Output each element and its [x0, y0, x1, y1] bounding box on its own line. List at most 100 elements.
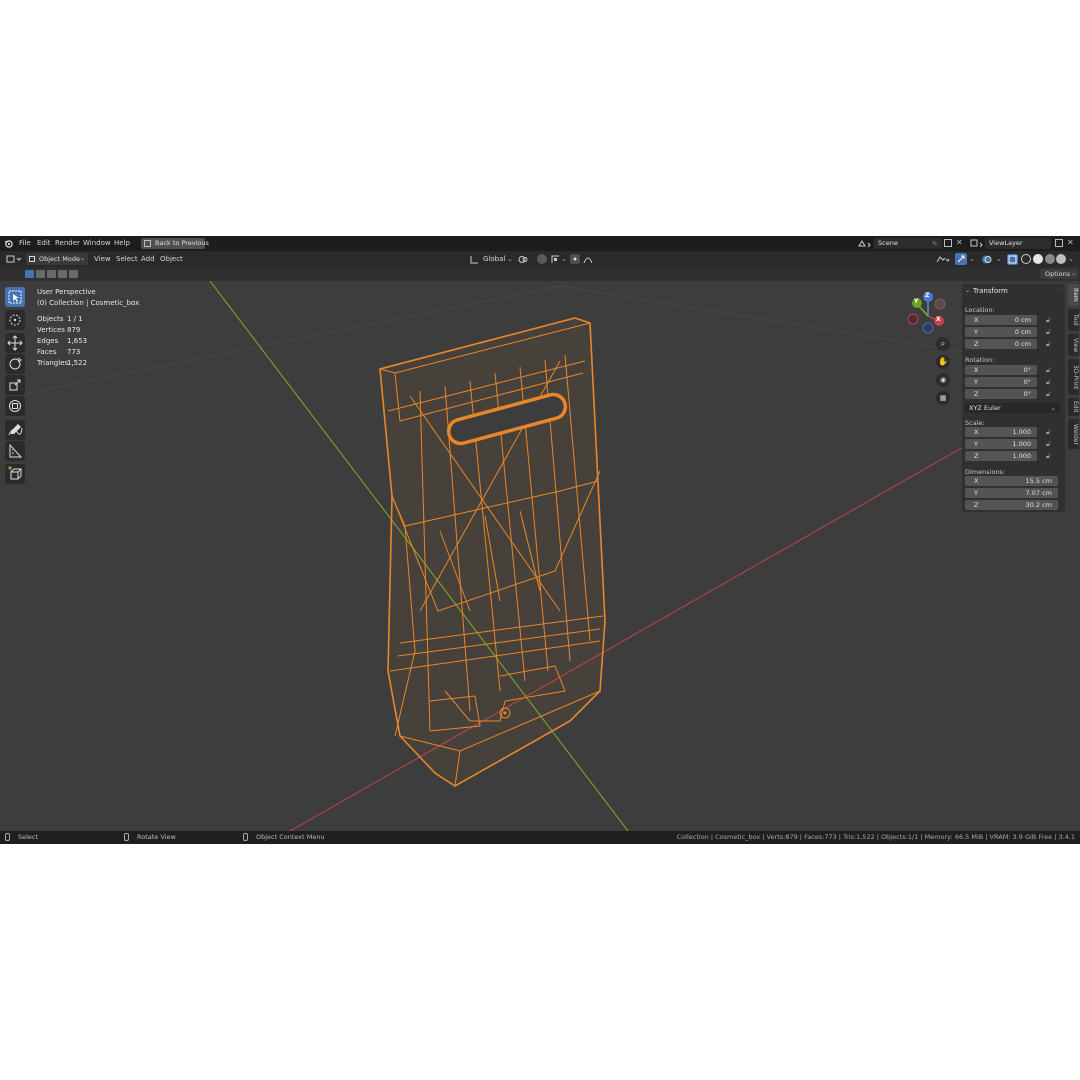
xray-toggle-icon[interactable] [1007, 254, 1018, 265]
rotate-tool[interactable] [5, 354, 25, 374]
gizmo-chevron-icon[interactable]: ⌄ [969, 251, 975, 267]
transform-tool[interactable] [5, 396, 25, 416]
lock-icon[interactable]: 🔓︎ [1046, 328, 1051, 337]
rotation-mode-dropdown[interactable]: XYZ Euler ⌄ [965, 403, 1060, 413]
wireframe-shading-icon[interactable] [1021, 254, 1031, 264]
menu-window[interactable]: Window [83, 236, 111, 251]
lock-icon[interactable]: 🔓︎ [1046, 440, 1051, 449]
location-x-field[interactable]: X 0 cm [965, 315, 1037, 325]
lock-icon[interactable]: 🔓︎ [1046, 452, 1051, 461]
transform-panel-title[interactable]: Transform [973, 287, 1008, 295]
camera-icon[interactable]: ◉ [936, 373, 950, 387]
rotation-x-field[interactable]: X 0° [965, 365, 1037, 375]
menu-render[interactable]: Render [55, 236, 80, 251]
tab-tool[interactable]: Tool [1068, 309, 1079, 331]
lock-icon[interactable]: 🔓︎ [1046, 316, 1051, 325]
lock-icon[interactable]: 🔓︎ [1046, 378, 1051, 387]
options-dropdown[interactable]: Options ⌄ [1040, 269, 1078, 279]
tab-view[interactable]: View [1068, 334, 1079, 356]
gizmo-y-label[interactable]: Y [914, 298, 918, 305]
rotation-y-field[interactable]: Y 0° [965, 377, 1037, 387]
pan-hand-icon[interactable]: ✋ [936, 355, 950, 369]
material-shading-icon[interactable] [1045, 254, 1055, 264]
select-mode-extend-icon[interactable] [36, 270, 45, 278]
measure-tool[interactable] [5, 441, 25, 461]
new-scene-icon[interactable] [944, 239, 952, 247]
mode-selector[interactable]: Object Mode ⌄ [26, 253, 88, 265]
new-view-layer-icon[interactable] [1055, 239, 1063, 247]
snap-icon[interactable] [537, 254, 547, 264]
menu-edit[interactable]: Edit [37, 236, 51, 251]
tab-edit[interactable]: Edit [1068, 398, 1079, 416]
transform-orientation-label[interactable]: Global [483, 251, 505, 267]
remove-view-layer-icon[interactable]: ✕ [1067, 238, 1074, 247]
select-mode-new-icon[interactable] [25, 270, 34, 278]
zoom-icon[interactable]: ⌕ [936, 337, 950, 351]
editor-type-icon[interactable] [6, 255, 22, 264]
dimensions-y-field[interactable]: Y 7.07 cm [965, 488, 1058, 498]
scale-z-field[interactable]: Z 1.000 [965, 451, 1037, 461]
scale-x-field[interactable]: X 1.000 [965, 427, 1037, 437]
select-mode-subtract-icon[interactable] [47, 270, 56, 278]
back-to-previous-button[interactable]: Back to Previous [141, 238, 209, 249]
solid-shading-icon[interactable] [1033, 254, 1043, 264]
lock-icon[interactable]: 🔓︎ [1046, 390, 1051, 399]
tab-item[interactable]: Item [1068, 284, 1079, 306]
dimensions-z-field[interactable]: Z 30.2 cm [965, 500, 1058, 510]
field-value: 0° [1023, 390, 1031, 398]
gizmo-toggle-icon[interactable] [955, 253, 967, 265]
falloff-icon[interactable] [583, 255, 593, 264]
gizmo-x-label[interactable]: X [936, 316, 941, 323]
scale-tool[interactable] [5, 375, 25, 395]
overlays-icon[interactable] [981, 254, 993, 265]
transform-orientation-icon[interactable] [470, 255, 479, 264]
overlays-chevron-icon[interactable]: ⌄ [996, 251, 1002, 267]
proportional-editing-icon[interactable] [570, 254, 580, 264]
menu-file[interactable]: File [19, 236, 31, 251]
menu-select[interactable]: Select [116, 251, 138, 267]
panel-collapse-chevron-icon[interactable]: ⌄ [965, 287, 970, 294]
rotation-label: Rotation: [965, 356, 995, 364]
remove-scene-icon[interactable]: ✕ [956, 238, 963, 247]
tab-welder[interactable]: Welder [1068, 419, 1079, 449]
3d-viewport[interactable]: Z Y X ⌕ ✋ ◉ ▦ User Perspective (0) Colle… [0, 281, 1080, 831]
lock-icon[interactable]: 🔓︎ [1046, 366, 1051, 375]
snap-target-icon[interactable] [551, 255, 560, 264]
gizmo-z-label[interactable]: Z [925, 292, 929, 299]
add-cube-tool[interactable] [5, 464, 25, 484]
blender-logo-icon[interactable] [4, 239, 13, 248]
perspective-grid-icon[interactable]: ▦ [936, 391, 950, 405]
select-mode-intersect-icon[interactable] [69, 270, 78, 278]
visibility-icon[interactable] [936, 255, 950, 264]
select-mode-invert-icon[interactable] [58, 270, 67, 278]
menu-view[interactable]: View [94, 251, 111, 267]
orientation-chevron-icon[interactable]: ⌄ [507, 251, 513, 267]
snap-chevron-icon[interactable]: ⌄ [561, 251, 567, 267]
pin-icon[interactable]: ✎ [932, 240, 938, 248]
annotate-tool[interactable] [5, 420, 25, 440]
pivot-point-icon[interactable] [518, 255, 528, 264]
menu-add[interactable]: Add [141, 251, 155, 267]
axis-label: Z [974, 452, 979, 460]
lock-icon[interactable]: 🔓︎ [1046, 428, 1051, 437]
scene-field[interactable]: Scene ✎ [874, 238, 942, 249]
scene-icon[interactable] [858, 239, 872, 248]
cursor-tool[interactable] [5, 310, 25, 330]
rendered-shading-icon[interactable] [1056, 254, 1066, 264]
move-tool[interactable] [5, 333, 25, 353]
menu-help[interactable]: Help [114, 236, 130, 251]
location-z-field[interactable]: Z 0 cm [965, 339, 1037, 349]
shading-chevron-icon[interactable]: ⌄ [1068, 251, 1074, 267]
lock-icon[interactable]: 🔓︎ [1046, 340, 1051, 349]
dimensions-x-field[interactable]: X 15.5 cm [965, 476, 1058, 486]
view-layer-field[interactable]: ViewLayer [985, 238, 1051, 249]
rotation-z-field[interactable]: Z 0° [965, 389, 1037, 399]
view-layer-icon[interactable] [970, 239, 984, 248]
tab-3d-print[interactable]: 3D-Print [1068, 359, 1079, 395]
panel-drag-handle-icon[interactable]: ⋯ [1055, 285, 1061, 292]
location-y-field[interactable]: Y 0 cm [965, 327, 1037, 337]
scale-y-field[interactable]: Y 1.000 [965, 439, 1037, 449]
menu-object[interactable]: Object [160, 251, 183, 267]
object-origin-dot [503, 711, 507, 715]
select-box-tool[interactable] [5, 287, 25, 307]
